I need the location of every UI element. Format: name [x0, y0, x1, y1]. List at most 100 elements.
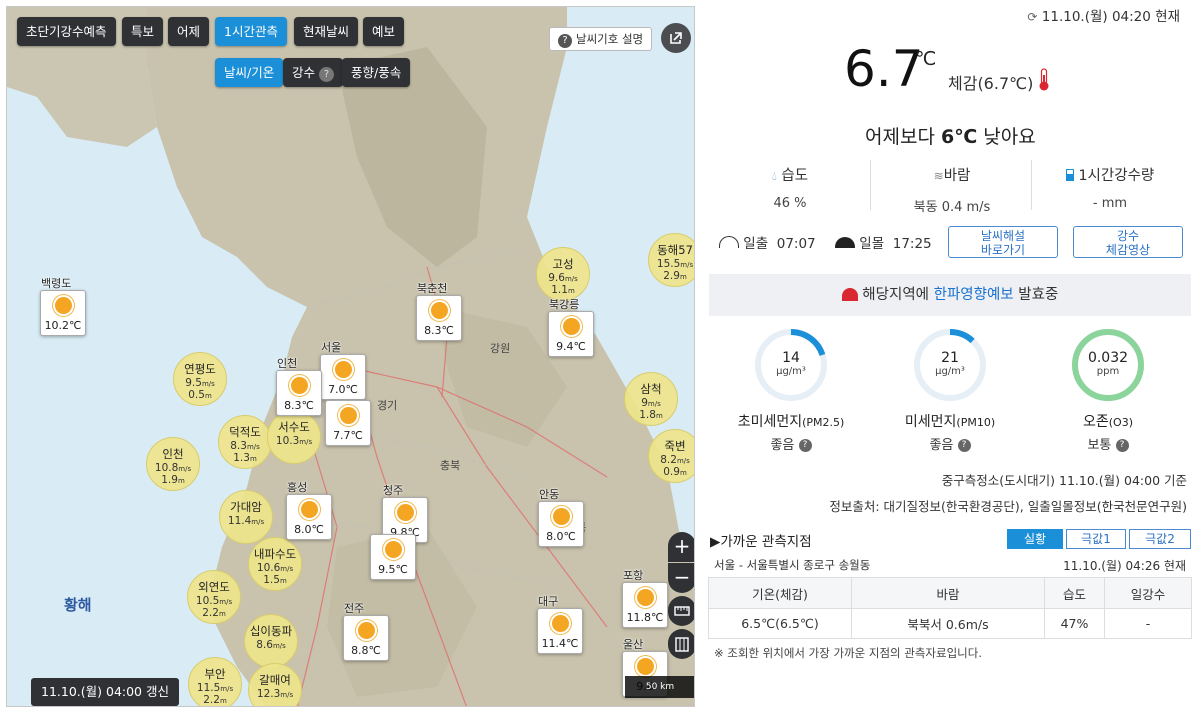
wind-wave-marker[interactable]: 죽변 8.2m/s 0.9m	[648, 429, 694, 483]
station-name: 서울	[321, 341, 342, 354]
refresh-icon[interactable]: ⟳	[1027, 10, 1037, 24]
station-marker[interactable]: 8.3℃	[276, 370, 322, 416]
siren-icon	[841, 288, 858, 301]
subtab-weather-temp[interactable]: 날씨/기온	[215, 58, 284, 87]
external-link-icon[interactable]	[661, 23, 691, 53]
help-icon[interactable]: ?	[1115, 439, 1129, 452]
map-updated-time: 11.10.(월) 04:00 갱신	[31, 678, 179, 706]
help-icon[interactable]: ?	[798, 439, 812, 452]
rainfall-stat: 1시간강수량 - mm	[1030, 164, 1190, 211]
temperature-unit: ℃	[915, 48, 937, 70]
wind-wave-marker[interactable]: 인천 10.8m/s 1.9m	[146, 437, 200, 491]
tab-forecast[interactable]: 예보	[363, 17, 405, 46]
station-name: 청주	[383, 484, 404, 497]
tab-current-weather[interactable]: 현재날씨	[294, 17, 359, 46]
station-marker[interactable]: 8.8℃	[343, 615, 389, 661]
wave-height: 2.2m	[203, 694, 227, 706]
station-marker[interactable]: 9.4℃	[548, 311, 594, 357]
data-source-info: 정보출처: 대기질정보(한국환경공단), 일출일몰정보(한국천문연구원)	[829, 499, 1187, 514]
thermometer-icon	[1039, 68, 1049, 91]
cell-wind: 북북서 0.6m/s	[851, 608, 1045, 639]
station-marker[interactable]: 8.0℃	[286, 494, 332, 540]
sunrise: 일출 07:07	[719, 232, 816, 252]
weather-symbol-legend-button[interactable]: ? 날씨기호 설명	[549, 27, 653, 51]
buoy-name: 십이동파	[249, 624, 293, 638]
sunny-icon	[637, 589, 654, 606]
buoy-name: 덕적도	[229, 425, 261, 439]
station-temp: 8.0℃	[546, 530, 576, 543]
wave-height: 0.5m	[188, 389, 212, 401]
wind-wave-marker[interactable]: 덕적도 8.3m/s 1.3m	[218, 415, 272, 469]
station-marker[interactable]: 7.0℃	[320, 354, 366, 400]
weather-commentary-button[interactable]: 날씨해설 바로가기	[948, 226, 1058, 258]
station-temp: 9.4℃	[556, 340, 586, 353]
sunny-icon	[335, 361, 352, 378]
buoy-name: 내파수도	[253, 547, 297, 561]
station-marker[interactable]: 11.8℃	[622, 582, 668, 628]
ruler-icon[interactable]	[668, 596, 694, 626]
station-name: 전주	[344, 602, 365, 615]
sunset-icon	[835, 237, 855, 248]
wind-wave-marker[interactable]: 십이동파 8.6m/s	[244, 614, 298, 668]
station-temp: 8.3℃	[284, 399, 314, 412]
wind-wave-marker[interactable]: 삼척 9m/s 1.8m	[624, 372, 678, 426]
ozone-grade: 보통 ?	[1023, 434, 1193, 453]
tab-nowcast-rain[interactable]: 초단기강수예측	[17, 17, 116, 46]
pm25-grade: 좋음 ?	[706, 434, 876, 453]
map-scale: 50 km	[625, 676, 694, 698]
wind-wave-marker[interactable]: 외연도 10.5m/s 2.2m	[187, 570, 241, 624]
subtab-wind[interactable]: 풍향/풍속	[342, 58, 411, 87]
layers-icon[interactable]	[668, 629, 694, 659]
wind-wave-marker[interactable]: 가대암 11.4m/s	[219, 490, 273, 544]
zoom-out-button[interactable]: −	[668, 563, 694, 593]
col-wind: 바람	[851, 577, 1045, 609]
station-temp: 8.0℃	[294, 523, 324, 536]
tab-hourly-observation[interactable]: 1시간관측	[215, 17, 287, 46]
station-temp: 7.7℃	[333, 429, 363, 442]
station-name: 인천	[277, 357, 298, 370]
tab-extreme-1[interactable]: 극값1	[1066, 529, 1126, 549]
tab-extreme-2[interactable]: 극값2	[1129, 529, 1191, 549]
weather-map[interactable]: 황해 경기 강원 충북 북 초단기강수예측 특보 어제 1시간관측 현재날씨 예…	[6, 6, 695, 707]
air-station-info: 중구측정소(도시대기) 11.10.(월) 04:00 기준	[941, 473, 1187, 488]
station-temp: 7.0℃	[328, 383, 358, 396]
subtab-precipitation[interactable]: 강수?	[283, 58, 344, 87]
wind-wave-marker[interactable]: 연평도 9.5m/s 0.5m	[173, 352, 227, 406]
tab-warning[interactable]: 특보	[122, 17, 164, 46]
wind-wave-marker[interactable]: 동해57 15.5m/s 2.9m	[648, 233, 694, 287]
nearby-station-title: ▶가까운 관측지점	[710, 534, 812, 550]
tab-yesterday[interactable]: 어제	[168, 17, 210, 46]
station-marker[interactable]: 9.5℃	[370, 534, 416, 580]
region-label-gangwon: 강원	[490, 342, 511, 355]
sunny-icon	[55, 297, 72, 314]
col-temp: 기온(체감)	[708, 577, 852, 609]
help-icon[interactable]: ?	[957, 439, 971, 452]
pm10-grade: 좋음 ?	[865, 434, 1035, 453]
station-marker[interactable]: 11.4℃	[537, 608, 583, 654]
wave-height: 2.9m	[663, 270, 687, 282]
station-name: 백령도	[41, 277, 72, 290]
station-marker[interactable]: 8.3℃	[416, 295, 462, 341]
station-marker[interactable]: 7.7℃	[325, 400, 371, 446]
wind-wave-marker[interactable]: 고성 9.6m/s 1.1m	[536, 247, 590, 301]
buoy-name: 고성	[552, 257, 574, 271]
rain-feel-video-button[interactable]: 강수 체감영상	[1073, 226, 1183, 258]
wind-wave-marker[interactable]: 서수도 10.3m/s	[267, 410, 321, 464]
pm10-label: 미세먼지(PM10)	[904, 414, 996, 430]
wind-wave-marker[interactable]: 내파수도 10.6m/s 1.5m	[248, 537, 302, 591]
ozone-label: 오존(O3)	[1082, 414, 1133, 430]
cell-humidity: 47%	[1044, 608, 1105, 639]
wave-height: 1.9m	[161, 474, 185, 486]
cold-wave-alert[interactable]: 해당지역에 한파영향예보 발효중	[709, 274, 1191, 316]
station-marker[interactable]: 10.2℃	[40, 290, 86, 336]
wind-wave-marker[interactable]: 부안 11.5m/s 2.2m	[188, 657, 242, 706]
pm10-value: 21 µg/m³	[935, 350, 965, 377]
tab-current[interactable]: 실황	[1007, 529, 1063, 549]
zoom-in-button[interactable]: +	[668, 532, 694, 562]
station-temp: 11.4℃	[541, 637, 579, 650]
col-humidity: 습도	[1044, 577, 1105, 609]
help-icon[interactable]: ?	[319, 67, 335, 82]
station-marker[interactable]: 8.0℃	[538, 501, 584, 547]
help-icon: ?	[558, 34, 572, 48]
current-time: ⟳ 11.10.(월) 04:20 현재	[1027, 9, 1180, 25]
